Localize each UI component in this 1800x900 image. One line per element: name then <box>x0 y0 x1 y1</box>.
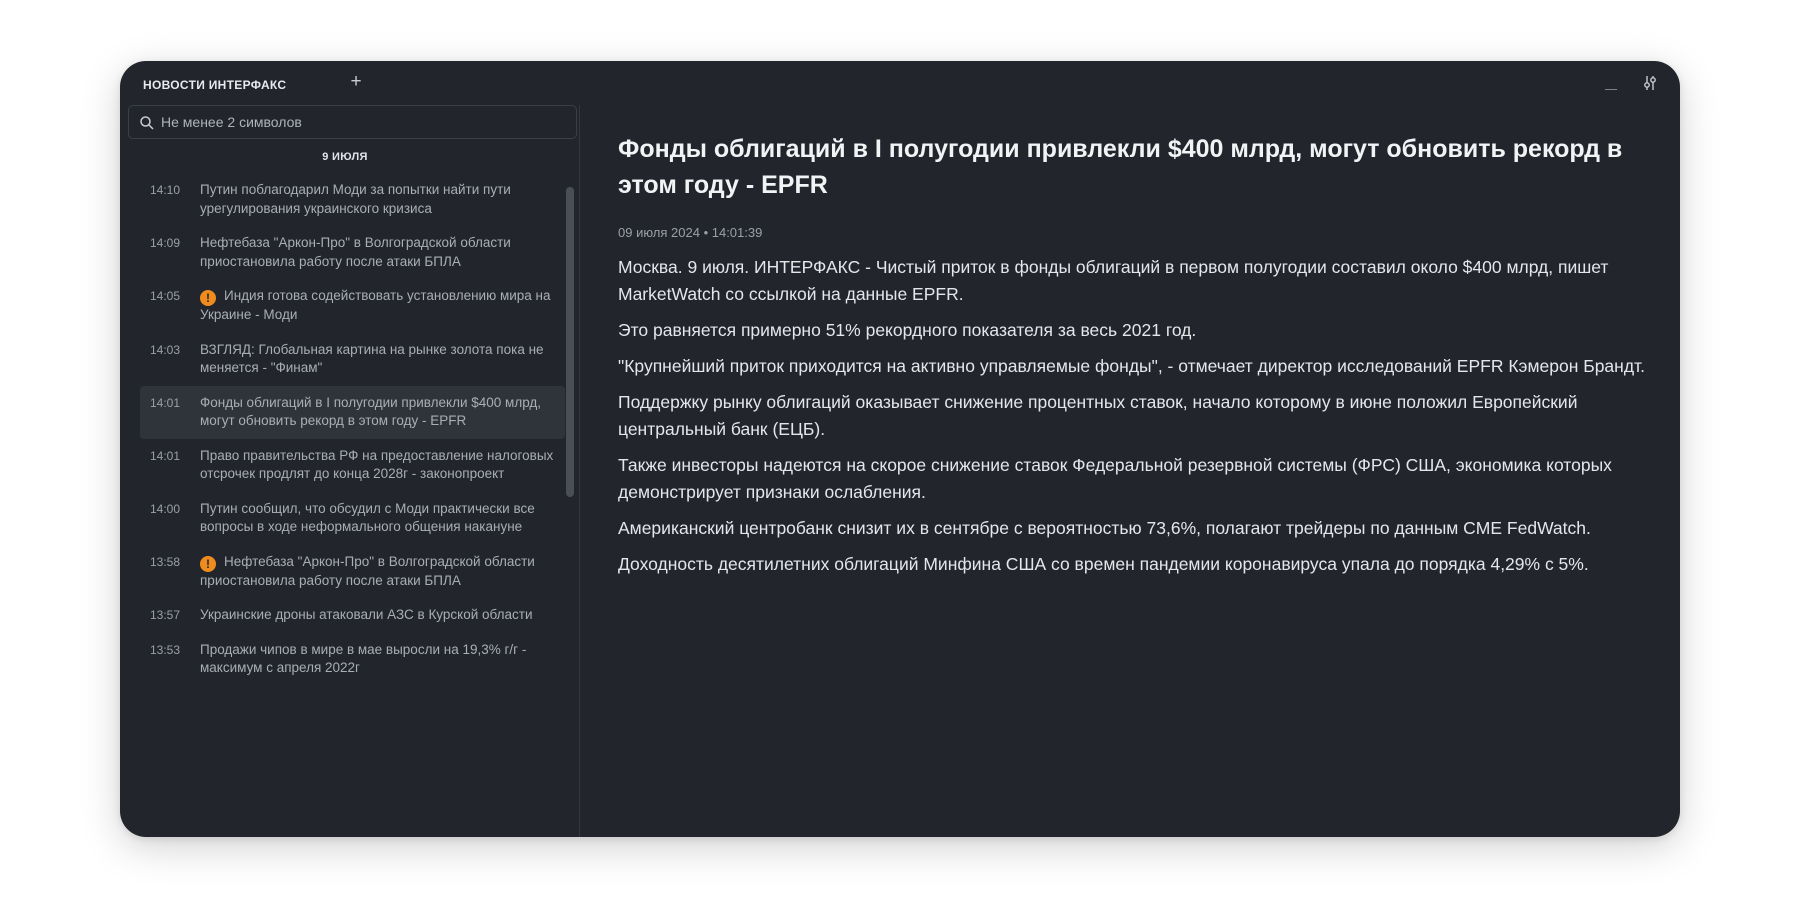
article-paragraph: Поддержку рынку облигаций оказывает сниж… <box>618 392 1578 439</box>
news-item-text: Фонды облигаций в I полугодии привлекли … <box>200 394 542 429</box>
news-item-time: 14:01 <box>150 395 181 410</box>
search-input[interactable] <box>161 106 561 138</box>
news-item[interactable]: 13:58! Нефтебаза "Аркон-Про" в Волгоградс… <box>140 545 565 599</box>
article-paragraph: Москва. 9 июля. ИНТЕРФАКС - Чистый прито… <box>618 257 1609 304</box>
news-item-headline: ! Нефтебаза "Аркон-Про" в Волгоградской о… <box>200 553 555 591</box>
search-icon <box>139 115 155 131</box>
news-item-time: 14:00 <box>150 501 181 516</box>
news-item-text: Индия готова содействовать установлению … <box>200 288 551 322</box>
news-item-headline: ! Индия готова содействовать установлению… <box>200 287 555 325</box>
article-paragraph: Это равняется примерно 51% рекордного по… <box>618 320 1197 340</box>
exclamation-icon: ! <box>200 555 216 572</box>
widget-title: НОВОСТИ ИНТЕРФАКС <box>143 78 287 92</box>
article-paragraph: Американский центробанк снизит их в сент… <box>618 518 1591 538</box>
article-date: 09 июля 2024 • 14:01:39 <box>618 225 763 240</box>
news-item-headline: Украинские дроны атаковали АЗС в Курской… <box>200 606 555 625</box>
article-paragraph: Также инвесторы надеются на скорое сниже… <box>618 455 1612 502</box>
news-item[interactable]: 13:57 Украинские дроны атаковали АЗС в Ку… <box>140 598 565 633</box>
minimize-icon[interactable] <box>1602 77 1620 91</box>
news-item-text: Путин сообщил, что обсудил с Моди практи… <box>200 500 535 535</box>
exclamation-icon: ! <box>200 290 216 306</box>
news-item-time: 13:57 <box>150 608 181 622</box>
feed-scrollbar[interactable] <box>566 187 574 497</box>
article-view: Фонды облигаций в I полугодии привлекли … <box>618 131 1658 587</box>
article-body: Москва. 9 июля. ИНТЕРФАКС - Чистый прито… <box>618 254 1658 578</box>
news-item-headline: Право правительства РФ на предоставление… <box>200 447 555 484</box>
news-item[interactable]: 14:09 Нефтебаза "Аркон-Про" в Волгоградск… <box>140 226 565 279</box>
news-item-text: Продажи чипов в мире в мае выросли на 19… <box>200 641 527 676</box>
news-item-time: 14:05 <box>150 289 181 303</box>
news-item[interactable]: 14:01 Фонды облигаций в I полугодии привл… <box>140 385 565 439</box>
news-item-headline: Путин сообщил, что обсудил с Моди практи… <box>200 500 555 537</box>
news-item[interactable]: 14:03 ВЗГЛЯД: Глобальная картина на рынке… <box>140 333 565 386</box>
news-item-text: Украинские дроны атаковали АЗС в Курской… <box>200 607 533 622</box>
news-item-text: Путин поблагодарил Моди за попытки найти… <box>200 182 511 216</box>
news-item-headline: Путин поблагодарил Моди за попытки найти… <box>200 181 555 218</box>
news-list: 14:10 Путин поблагодарил Моди за попытки … <box>140 173 565 686</box>
add-tab-button[interactable]: + <box>345 71 367 93</box>
feed-date-header: 9 ИЮЛЯ <box>322 151 368 163</box>
news-item-time: 14:03 <box>150 342 181 357</box>
article-paragraph: "Крупнейший приток приходится на активно… <box>618 356 1645 376</box>
news-widget: НОВОСТИ ИНТЕРФАКС + Не менее 2 символов … <box>120 61 1680 837</box>
page: НОВОСТИ ИНТЕРФАКС + Не менее 2 символов … <box>0 0 1800 900</box>
news-item-text: Нефтебаза "Аркон-Про" в Волгоградской об… <box>200 235 511 269</box>
news-item-headline: Продажи чипов в мире в мае выросли на 19… <box>200 641 555 678</box>
news-item-text: ВЗГЛЯД: Глобальная картина на рынке золо… <box>200 341 544 376</box>
news-item[interactable]: 14:00 Путин сообщил, что обсудил с Моди п… <box>140 492 565 545</box>
news-feed-panel: 9 ИЮЛЯ 14:10 Путин поблагодарил Моди за п… <box>120 105 580 837</box>
news-item[interactable]: 14:10 Путин поблагодарил Моди за попытки … <box>140 173 565 226</box>
news-item-headline: Нефтебаза "Аркон-Про" в Волгоградской об… <box>200 234 555 271</box>
news-item-time: 14:10 <box>150 183 181 197</box>
article-paragraph: Доходность десятилетних облигаций Минфин… <box>618 554 1589 574</box>
news-item-headline: Фонды облигаций в I полугодии привлекли … <box>200 394 555 431</box>
news-item[interactable]: 13:53 Продажи чипов в мире в мае выросли … <box>140 633 565 686</box>
news-item[interactable]: 14:05! Индия готова содействовать установ… <box>140 279 565 333</box>
sliders-icon[interactable] <box>1640 73 1660 93</box>
news-item-time: 14:01 <box>150 448 181 463</box>
news-item-headline: ВЗГЛЯД: Глобальная картина на рынке золо… <box>200 341 555 378</box>
widget-header: НОВОСТИ ИНТЕРФАКС + <box>120 61 1680 105</box>
news-item-time: 13:58 <box>150 554 181 569</box>
news-item-text: Право правительства РФ на предоставление… <box>200 447 554 482</box>
news-item[interactable]: 14:01 Право правительства РФ на предостав… <box>140 439 565 492</box>
news-item-time: 13:53 <box>150 642 181 657</box>
news-item-text: Нефтебаза "Аркон-Про" в Волгоградской об… <box>200 553 535 588</box>
search-box <box>128 105 577 139</box>
article-title: Фонды облигаций в I полугодии привлекли … <box>618 135 1623 199</box>
news-item-time: 14:09 <box>150 236 181 250</box>
